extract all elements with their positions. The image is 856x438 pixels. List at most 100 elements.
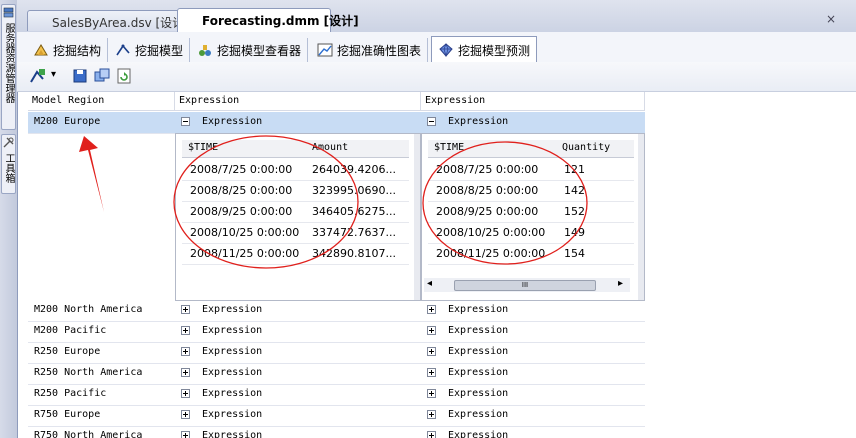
time-cell: 2008/11/25 0:00:00 [436, 247, 546, 260]
expand-icon[interactable] [427, 326, 436, 335]
time-cell: 2008/8/25 0:00:00 [436, 184, 539, 197]
quantity-cell: 121 [564, 163, 585, 176]
toolbox-tab[interactable]: 工具箱 [1, 134, 16, 194]
expression-cell: Expression [421, 300, 645, 321]
expression-cell: Expression [421, 321, 645, 342]
vertical-scrollbar[interactable] [414, 134, 420, 300]
document-tab-bar: SalesByArea.dsv [设计] Forecasting.dmm [设计… [17, 0, 856, 33]
nested-table-header: $TIME Quantity [428, 140, 634, 158]
tab-label: 挖掘模型预测 [458, 44, 531, 58]
column-header-expression-2[interactable]: Expression [421, 92, 645, 111]
document-tab-forecasting[interactable]: Forecasting.dmm [设计] [177, 8, 359, 32]
table-row: 2008/8/25 0:00:00 142 [428, 180, 634, 202]
expression-label: Expression [448, 430, 509, 438]
quantity-cell: 154 [564, 247, 585, 260]
expand-icon[interactable] [427, 305, 436, 314]
collapse-icon[interactable] [427, 117, 436, 126]
expression-label: Expression [448, 346, 509, 357]
prediction-toolbar: ▾ [17, 62, 856, 92]
close-document-button[interactable]: × [824, 12, 838, 26]
time-cell: 2008/7/25 0:00:00 [190, 163, 293, 176]
quantity-forecast-table: $TIME Quantity 2008/7/25 0:00:00 121 200… [421, 133, 645, 301]
amount-cell: 342890.8107... [312, 247, 396, 260]
expression-cell: Expression [421, 112, 645, 133]
time-header: $TIME [434, 142, 465, 153]
tab-mining-model-prediction[interactable]: 挖掘模型预测 [431, 36, 538, 63]
expand-icon[interactable] [427, 431, 436, 438]
table-row: 2008/9/25 0:00:00 346405.6275... [182, 201, 409, 223]
annotation-arrow-icon [79, 136, 104, 212]
document-tab-salesbyarea[interactable]: SalesByArea.dsv [设计] [27, 10, 189, 31]
quantity-header: Quantity [562, 142, 611, 153]
expression-label: Expression [202, 409, 263, 420]
expand-icon[interactable] [181, 368, 190, 377]
column-header-label: Expression [425, 95, 486, 106]
mining-model-icon[interactable] [29, 67, 47, 85]
time-cell: 2008/11/25 0:00:00 [190, 247, 300, 260]
model-region-cell: R250 North America [34, 367, 143, 378]
expand-icon[interactable] [181, 410, 190, 419]
amount-cell: 346405.6275... [312, 205, 396, 218]
expand-icon[interactable] [427, 410, 436, 419]
model-region-cell: R250 Pacific [34, 388, 107, 399]
tab-mining-accuracy-chart[interactable]: 挖掘准确性图表 [311, 38, 429, 62]
vertical-scrollbar[interactable] [638, 134, 644, 300]
table-row: 2008/10/25 0:00:00 337472.7637... [182, 222, 409, 244]
table-row[interactable]: R250 Pacific Expression Expression [28, 384, 645, 406]
expression-cell: Expression [175, 342, 421, 363]
scroll-thumb[interactable]: III [454, 280, 596, 291]
refresh-icon[interactable] [115, 67, 133, 85]
amount-cell: 323995.0690... [312, 184, 396, 197]
toolbox-label: 工具箱 [3, 153, 14, 183]
time-cell: 2008/8/25 0:00:00 [190, 184, 293, 197]
expression-label: Expression [202, 388, 263, 399]
column-header-expression-1[interactable]: Expression [175, 92, 421, 111]
expand-icon[interactable] [181, 305, 190, 314]
expand-icon[interactable] [181, 389, 190, 398]
table-row: 2008/7/25 0:00:00 121 [428, 159, 634, 181]
model-prediction-icon [439, 43, 453, 57]
table-row[interactable]: R750 North America Expression Expression [28, 426, 645, 438]
expression-cell: Expression [421, 405, 645, 426]
time-cell: 2008/9/25 0:00:00 [436, 205, 539, 218]
time-cell: 2008/7/25 0:00:00 [436, 163, 539, 176]
expand-icon[interactable] [427, 368, 436, 377]
expand-icon[interactable] [427, 389, 436, 398]
left-tool-strip: 服务器资源管理器 工具箱 [0, 0, 18, 438]
expression-label: Expression [202, 325, 263, 336]
model-region-cell: R750 North America [34, 430, 143, 438]
expand-icon[interactable] [181, 431, 190, 438]
tab-label: 挖掘结构 [53, 44, 102, 58]
table-row-selected[interactable]: M200 Europe Expression Expression [28, 112, 645, 134]
tab-mining-model-viewer[interactable]: 挖掘模型查看器 [191, 38, 309, 62]
expression-label: Expression [448, 367, 509, 378]
chevron-down-icon[interactable]: ▾ [51, 69, 56, 80]
expression-cell: Expression [175, 384, 421, 405]
save-icon[interactable] [71, 67, 89, 85]
server-explorer-tab[interactable]: 服务器资源管理器 [1, 4, 16, 130]
mining-model-icon [116, 44, 130, 56]
document-tab-label: SalesByArea.dsv [设计] [52, 16, 189, 30]
column-header-model-region[interactable]: Model Region [28, 92, 175, 111]
expression-cell: Expression [421, 426, 645, 438]
copy-icon[interactable] [93, 67, 111, 85]
close-icon: × [825, 12, 837, 26]
expand-icon[interactable] [181, 326, 190, 335]
scroll-left-icon[interactable]: ◂ [427, 278, 432, 289]
expand-icon[interactable] [181, 347, 190, 356]
expression-cell: Expression [421, 342, 645, 363]
expression-label: Expression [202, 304, 263, 315]
table-row[interactable]: M200 Pacific Expression Expression [28, 321, 645, 343]
server-explorer-icon [3, 7, 14, 18]
horizontal-scrollbar[interactable]: ◂ III ▸ [424, 278, 630, 292]
table-row[interactable]: M200 North America Expression Expression [28, 300, 645, 322]
tab-mining-model[interactable]: 挖掘模型 [109, 38, 191, 62]
table-row[interactable]: R250 North America Expression Expression [28, 363, 645, 385]
expand-icon[interactable] [427, 347, 436, 356]
table-row[interactable]: R250 Europe Expression Expression [28, 342, 645, 364]
table-row[interactable]: R750 Europe Expression Expression [28, 405, 645, 427]
tab-mining-structure[interactable]: 挖掘结构 [27, 38, 109, 62]
scroll-right-icon[interactable]: ▸ [618, 278, 623, 289]
document-tab-label: Forecasting.dmm [设计] [202, 14, 359, 28]
collapse-icon[interactable] [181, 117, 190, 126]
